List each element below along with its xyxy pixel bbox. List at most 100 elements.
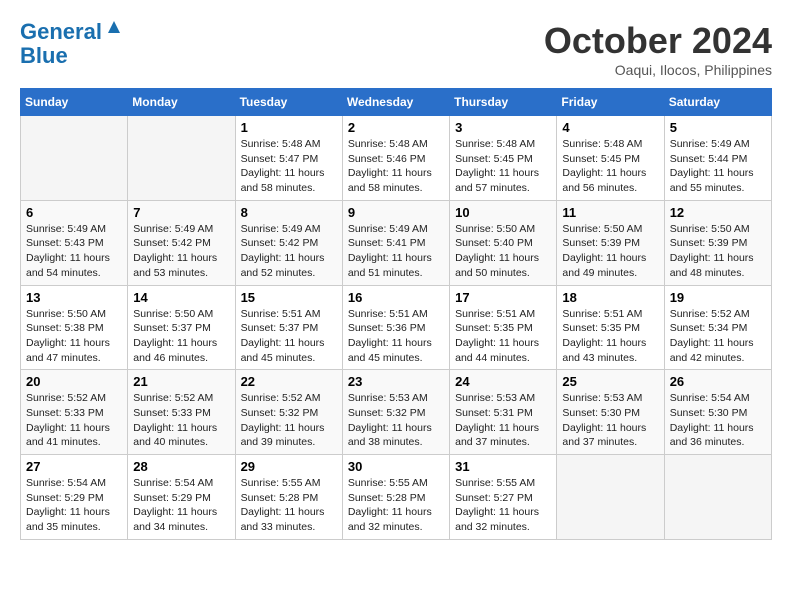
day-info: Sunrise: 5:49 AM Sunset: 5:42 PM Dayligh… xyxy=(241,222,337,281)
weekday-header-wednesday: Wednesday xyxy=(342,89,449,116)
day-number: 28 xyxy=(133,459,229,474)
logo-bird-icon xyxy=(104,19,122,37)
day-number: 6 xyxy=(26,205,122,220)
day-info: Sunrise: 5:53 AM Sunset: 5:30 PM Dayligh… xyxy=(562,391,658,450)
calendar-cell: 10 Sunrise: 5:50 AM Sunset: 5:40 PM Dayli… xyxy=(450,200,557,285)
calendar-week-row: 13 Sunrise: 5:50 AM Sunset: 5:38 PM Dayli… xyxy=(21,285,772,370)
calendar-cell: 20 Sunrise: 5:52 AM Sunset: 5:33 PM Dayli… xyxy=(21,370,128,455)
day-number: 2 xyxy=(348,120,444,135)
calendar-week-row: 1Sunrise: 5:48 AM Sunset: 5:47 PM Daylig… xyxy=(21,116,772,201)
calendar-cell: 17 Sunrise: 5:51 AM Sunset: 5:35 PM Dayli… xyxy=(450,285,557,370)
day-info: Sunrise: 5:50 AM Sunset: 5:38 PM Dayligh… xyxy=(26,307,122,366)
day-info: Sunrise: 5:49 AM Sunset: 5:41 PM Dayligh… xyxy=(348,222,444,281)
weekday-header-saturday: Saturday xyxy=(664,89,771,116)
calendar-cell: 3 Sunrise: 5:48 AM Sunset: 5:45 PM Daylig… xyxy=(450,116,557,201)
day-number: 25 xyxy=(562,374,658,389)
day-info: Sunrise: 5:48 AM Sunset: 5:45 PM Dayligh… xyxy=(455,137,551,196)
logo: General Blue xyxy=(20,20,122,68)
calendar-cell: 12Sunrise: 5:50 AM Sunset: 5:39 PM Dayli… xyxy=(664,200,771,285)
calendar-cell xyxy=(557,455,664,540)
day-info: Sunrise: 5:52 AM Sunset: 5:33 PM Dayligh… xyxy=(133,391,229,450)
day-info: Sunrise: 5:52 AM Sunset: 5:33 PM Dayligh… xyxy=(26,391,122,450)
day-number: 4 xyxy=(562,120,658,135)
day-number: 7 xyxy=(133,205,229,220)
day-info: Sunrise: 5:49 AM Sunset: 5:43 PM Dayligh… xyxy=(26,222,122,281)
calendar-cell: 11Sunrise: 5:50 AM Sunset: 5:39 PM Dayli… xyxy=(557,200,664,285)
calendar-cell: 2 Sunrise: 5:48 AM Sunset: 5:46 PM Daylig… xyxy=(342,116,449,201)
calendar-cell: 29 Sunrise: 5:55 AM Sunset: 5:28 PM Dayli… xyxy=(235,455,342,540)
weekday-header-tuesday: Tuesday xyxy=(235,89,342,116)
day-number: 19 xyxy=(670,290,766,305)
calendar-cell: 8 Sunrise: 5:49 AM Sunset: 5:42 PM Daylig… xyxy=(235,200,342,285)
day-number: 5 xyxy=(670,120,766,135)
calendar-cell: 4Sunrise: 5:48 AM Sunset: 5:45 PM Daylig… xyxy=(557,116,664,201)
day-info: Sunrise: 5:51 AM Sunset: 5:37 PM Dayligh… xyxy=(241,307,337,366)
day-number: 12 xyxy=(670,205,766,220)
calendar-cell: 18 Sunrise: 5:51 AM Sunset: 5:35 PM Dayli… xyxy=(557,285,664,370)
calendar-cell: 27 Sunrise: 5:54 AM Sunset: 5:29 PM Dayli… xyxy=(21,455,128,540)
calendar-cell: 9 Sunrise: 5:49 AM Sunset: 5:41 PM Daylig… xyxy=(342,200,449,285)
day-info: Sunrise: 5:51 AM Sunset: 5:36 PM Dayligh… xyxy=(348,307,444,366)
calendar-week-row: 20 Sunrise: 5:52 AM Sunset: 5:33 PM Dayli… xyxy=(21,370,772,455)
calendar-cell: 22 Sunrise: 5:52 AM Sunset: 5:32 PM Dayli… xyxy=(235,370,342,455)
day-info: Sunrise: 5:51 AM Sunset: 5:35 PM Dayligh… xyxy=(562,307,658,366)
day-info: Sunrise: 5:49 AM Sunset: 5:44 PM Dayligh… xyxy=(670,137,766,196)
page-header: General Blue October 2024 Oaqui, Ilocos,… xyxy=(20,20,772,78)
weekday-header-sunday: Sunday xyxy=(21,89,128,116)
calendar-cell xyxy=(664,455,771,540)
calendar-cell: 5 Sunrise: 5:49 AM Sunset: 5:44 PM Daylig… xyxy=(664,116,771,201)
month-title: October 2024 xyxy=(544,20,772,62)
day-number: 3 xyxy=(455,120,551,135)
day-info: Sunrise: 5:54 AM Sunset: 5:29 PM Dayligh… xyxy=(133,476,229,535)
day-number: 20 xyxy=(26,374,122,389)
day-number: 29 xyxy=(241,459,337,474)
day-info: Sunrise: 5:48 AM Sunset: 5:46 PM Dayligh… xyxy=(348,137,444,196)
day-number: 27 xyxy=(26,459,122,474)
weekday-header-friday: Friday xyxy=(557,89,664,116)
logo-text-general: General xyxy=(20,20,102,44)
logo-text-blue: Blue xyxy=(20,43,68,68)
day-info: Sunrise: 5:50 AM Sunset: 5:40 PM Dayligh… xyxy=(455,222,551,281)
weekday-header-monday: Monday xyxy=(128,89,235,116)
weekday-header-thursday: Thursday xyxy=(450,89,557,116)
calendar-cell: 26Sunrise: 5:54 AM Sunset: 5:30 PM Dayli… xyxy=(664,370,771,455)
title-block: October 2024 Oaqui, Ilocos, Philippines xyxy=(544,20,772,78)
calendar-cell: 7 Sunrise: 5:49 AM Sunset: 5:42 PM Daylig… xyxy=(128,200,235,285)
calendar-week-row: 27 Sunrise: 5:54 AM Sunset: 5:29 PM Dayli… xyxy=(21,455,772,540)
day-number: 10 xyxy=(455,205,551,220)
calendar-cell: 30Sunrise: 5:55 AM Sunset: 5:28 PM Dayli… xyxy=(342,455,449,540)
day-number: 22 xyxy=(241,374,337,389)
day-number: 9 xyxy=(348,205,444,220)
day-info: Sunrise: 5:52 AM Sunset: 5:32 PM Dayligh… xyxy=(241,391,337,450)
calendar-cell xyxy=(128,116,235,201)
day-info: Sunrise: 5:53 AM Sunset: 5:32 PM Dayligh… xyxy=(348,391,444,450)
day-number: 24 xyxy=(455,374,551,389)
day-number: 23 xyxy=(348,374,444,389)
day-info: Sunrise: 5:51 AM Sunset: 5:35 PM Dayligh… xyxy=(455,307,551,366)
day-info: Sunrise: 5:55 AM Sunset: 5:28 PM Dayligh… xyxy=(241,476,337,535)
calendar-cell: 28 Sunrise: 5:54 AM Sunset: 5:29 PM Dayli… xyxy=(128,455,235,540)
day-number: 14 xyxy=(133,290,229,305)
day-info: Sunrise: 5:50 AM Sunset: 5:37 PM Dayligh… xyxy=(133,307,229,366)
calendar-cell: 15 Sunrise: 5:51 AM Sunset: 5:37 PM Dayli… xyxy=(235,285,342,370)
day-info: Sunrise: 5:54 AM Sunset: 5:29 PM Dayligh… xyxy=(26,476,122,535)
day-number: 18 xyxy=(562,290,658,305)
day-number: 11 xyxy=(562,205,658,220)
calendar-cell: 14 Sunrise: 5:50 AM Sunset: 5:37 PM Dayli… xyxy=(128,285,235,370)
calendar-cell: 13 Sunrise: 5:50 AM Sunset: 5:38 PM Dayli… xyxy=(21,285,128,370)
calendar-week-row: 6 Sunrise: 5:49 AM Sunset: 5:43 PM Daylig… xyxy=(21,200,772,285)
day-number: 8 xyxy=(241,205,337,220)
calendar-cell: 31Sunrise: 5:55 AM Sunset: 5:27 PM Dayli… xyxy=(450,455,557,540)
day-info: Sunrise: 5:49 AM Sunset: 5:42 PM Dayligh… xyxy=(133,222,229,281)
calendar-header-row: SundayMondayTuesdayWednesdayThursdayFrid… xyxy=(21,89,772,116)
day-info: Sunrise: 5:48 AM Sunset: 5:47 PM Dayligh… xyxy=(241,137,337,196)
day-number: 26 xyxy=(670,374,766,389)
day-number: 13 xyxy=(26,290,122,305)
day-number: 30 xyxy=(348,459,444,474)
calendar-cell: 1Sunrise: 5:48 AM Sunset: 5:47 PM Daylig… xyxy=(235,116,342,201)
day-number: 15 xyxy=(241,290,337,305)
calendar-cell: 24Sunrise: 5:53 AM Sunset: 5:31 PM Dayli… xyxy=(450,370,557,455)
day-info: Sunrise: 5:52 AM Sunset: 5:34 PM Dayligh… xyxy=(670,307,766,366)
day-number: 21 xyxy=(133,374,229,389)
day-number: 17 xyxy=(455,290,551,305)
